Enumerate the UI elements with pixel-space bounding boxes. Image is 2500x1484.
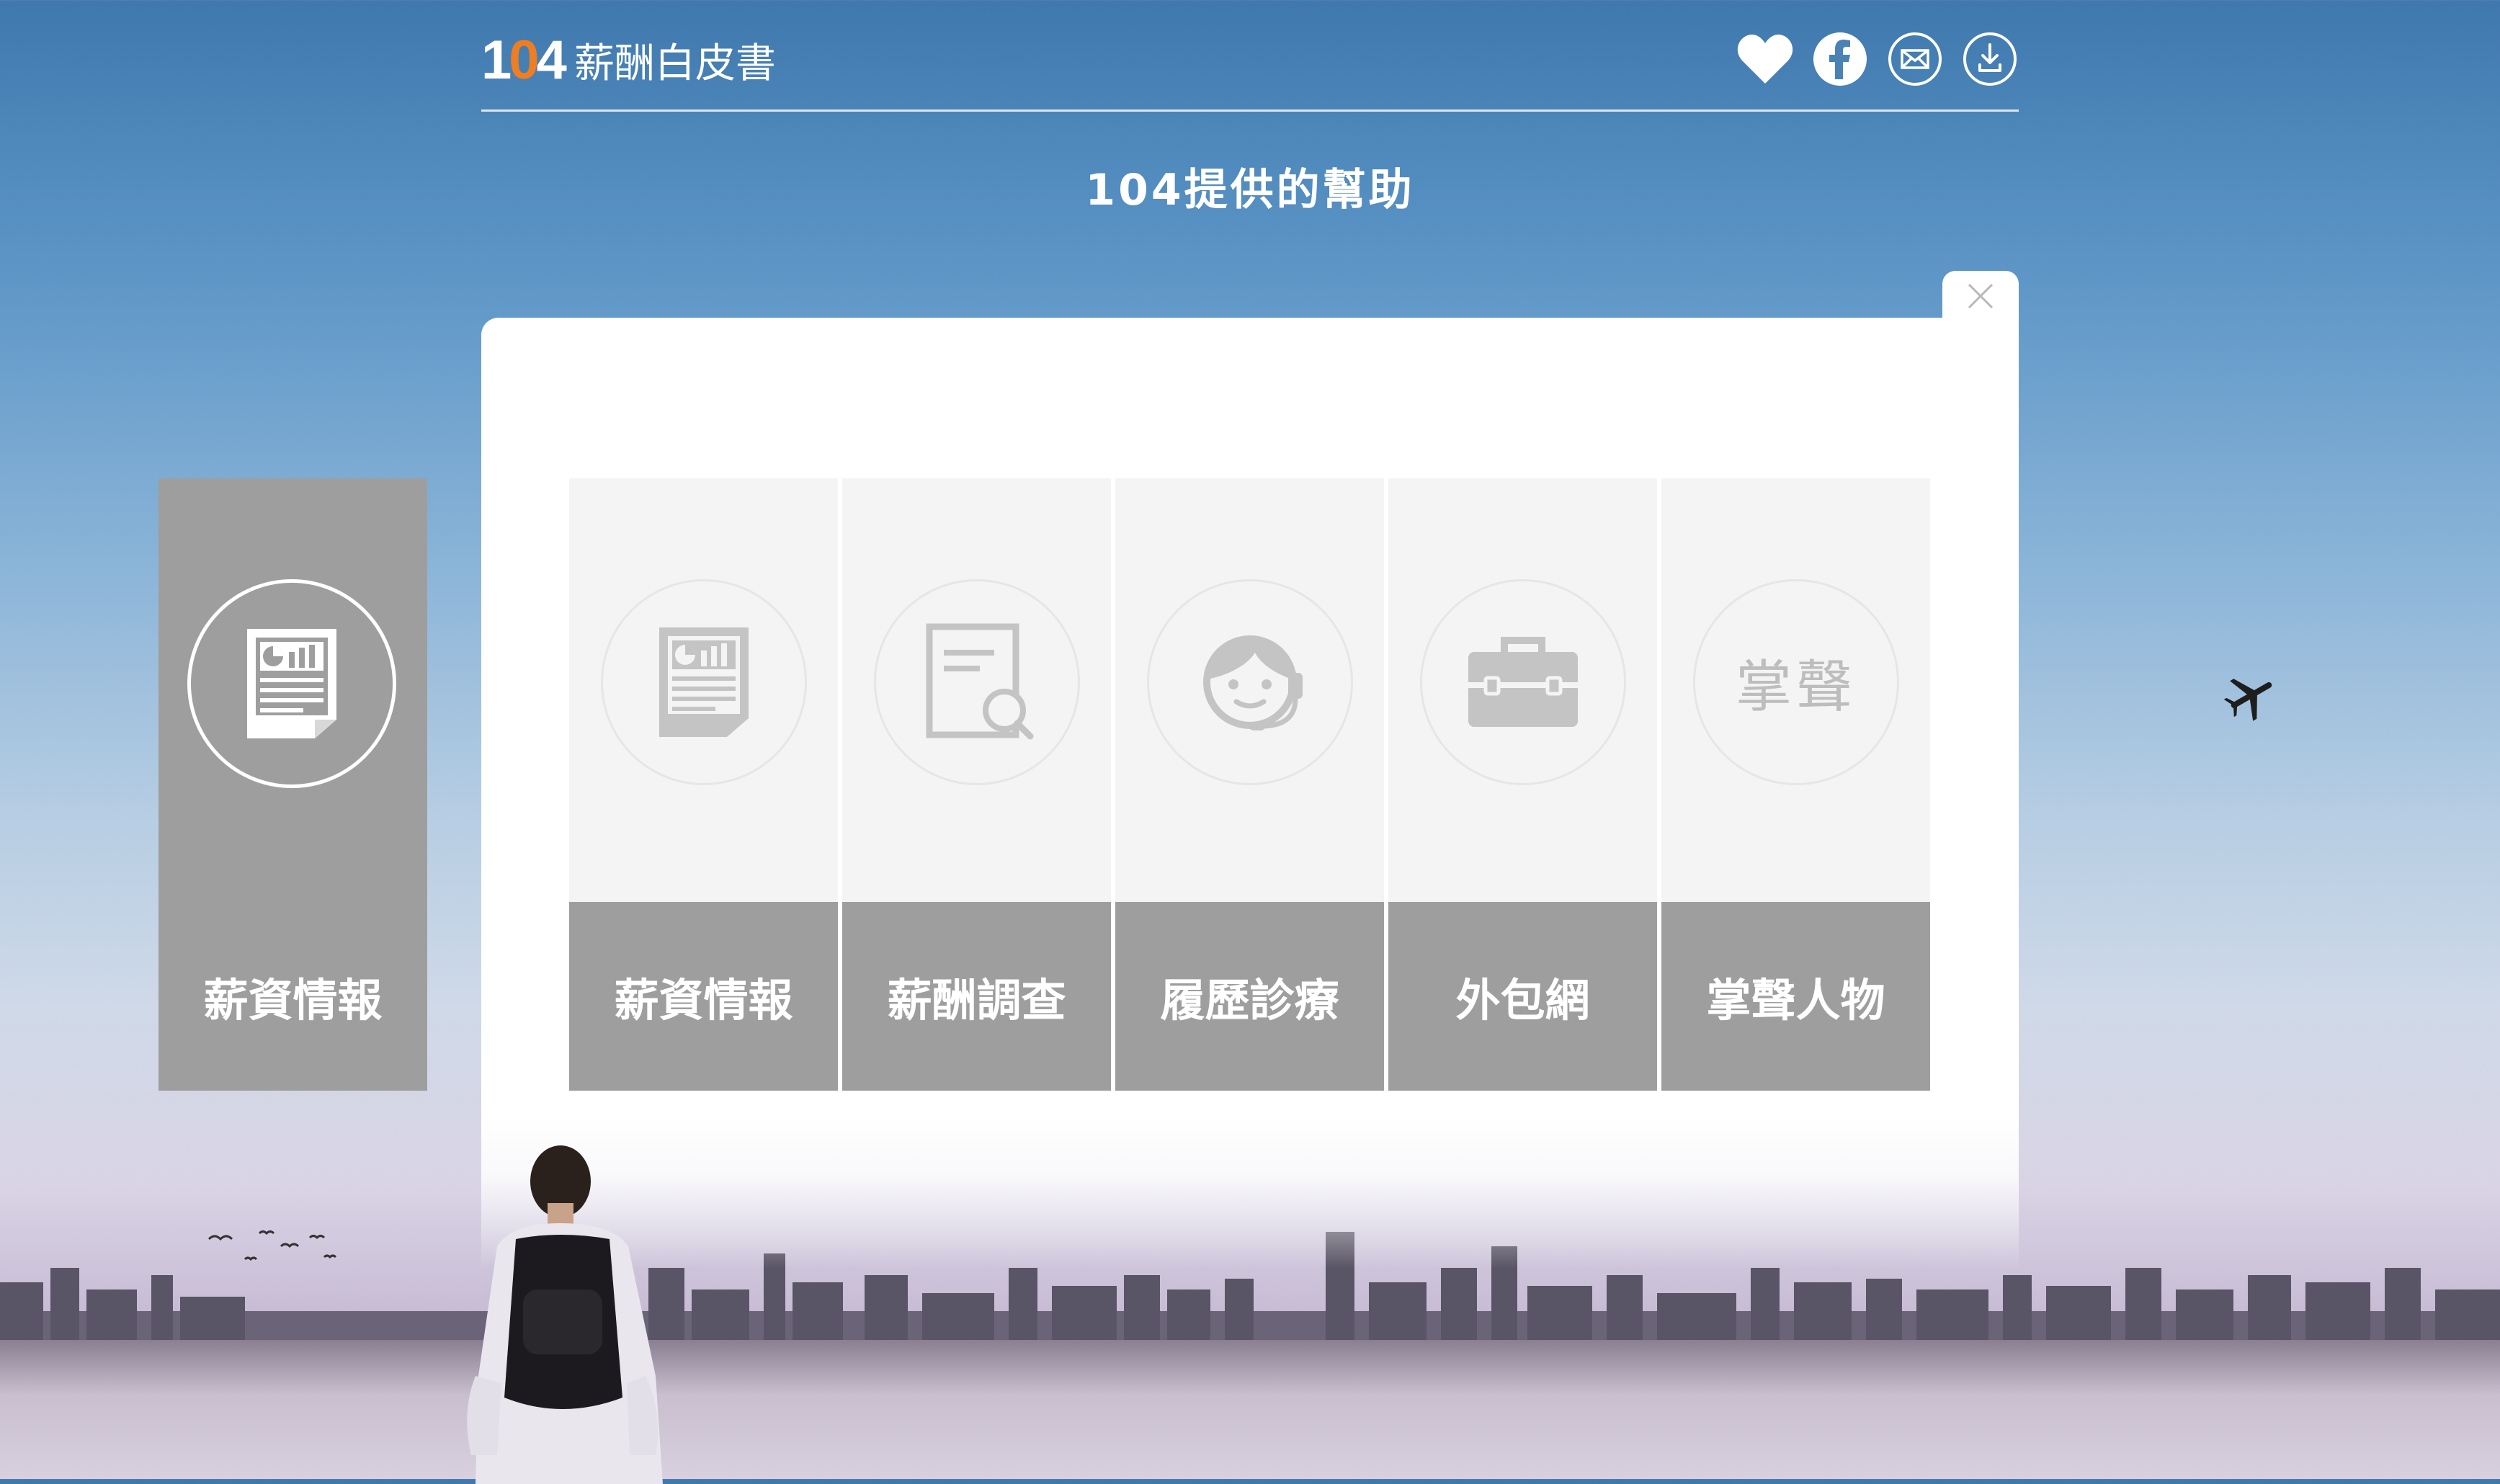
close-icon <box>1968 283 1994 309</box>
logo-number: 104 <box>481 30 567 91</box>
close-button[interactable] <box>1942 271 2019 321</box>
help-cards: 薪資情報 薪酬調查 履歷診療 外包網 掌聲 掌聲人物 <box>569 478 1930 1091</box>
card-label: 薪資情報 <box>569 902 838 1091</box>
birds <box>207 1230 337 1261</box>
card-salary-info[interactable]: 薪資情報 <box>569 478 838 1091</box>
site-header: 104 薪酬白皮書 <box>481 0 2019 112</box>
card-label: 外包網 <box>1388 902 1657 1091</box>
download-icon[interactable] <box>1961 30 2019 88</box>
card-label: 履歷診療 <box>1115 902 1384 1091</box>
card-icon-circle: 掌聲 <box>1693 579 1899 785</box>
heart-icon[interactable] <box>1736 30 1794 88</box>
report-icon <box>659 627 749 737</box>
side-panel-label: 薪資情報 <box>203 974 383 1027</box>
card-resume-clinic[interactable]: 履歷診療 <box>1115 478 1384 1091</box>
mail-icon[interactable] <box>1886 30 1944 88</box>
logo-text: 薪酬白皮書 <box>573 40 776 87</box>
card-icon-circle <box>601 579 807 785</box>
facebook-icon[interactable] <box>1811 30 1869 88</box>
site-logo[interactable]: 104 薪酬白皮書 <box>481 29 776 91</box>
document-search-icon <box>926 623 1034 740</box>
applause-logo-text: 掌聲 <box>1735 655 1857 720</box>
report-icon <box>247 629 336 738</box>
headset-agent-icon <box>1203 635 1303 730</box>
card-icon-circle <box>1420 579 1626 785</box>
airplane-icon <box>2223 679 2272 721</box>
card-outsourcing[interactable]: 外包網 <box>1388 478 1657 1091</box>
selected-side-panel[interactable]: 薪資情報 <box>159 478 427 1091</box>
card-icon-circle <box>1147 579 1353 785</box>
briefcase-icon <box>1468 637 1578 727</box>
card-icon-circle <box>874 579 1080 785</box>
person-with-backpack <box>467 1145 663 1484</box>
card-label: 薪酬調查 <box>842 902 1111 1091</box>
card-salary-survey[interactable]: 薪酬調查 <box>842 478 1111 1091</box>
card-applause-people[interactable]: 掌聲 掌聲人物 <box>1661 478 1930 1091</box>
header-actions <box>1736 30 2019 88</box>
terrace-floor <box>0 1340 2500 1479</box>
card-label: 掌聲人物 <box>1661 902 1930 1091</box>
side-icon-circle <box>187 579 396 788</box>
page-title: 104提供的幫助 <box>1085 165 1415 215</box>
